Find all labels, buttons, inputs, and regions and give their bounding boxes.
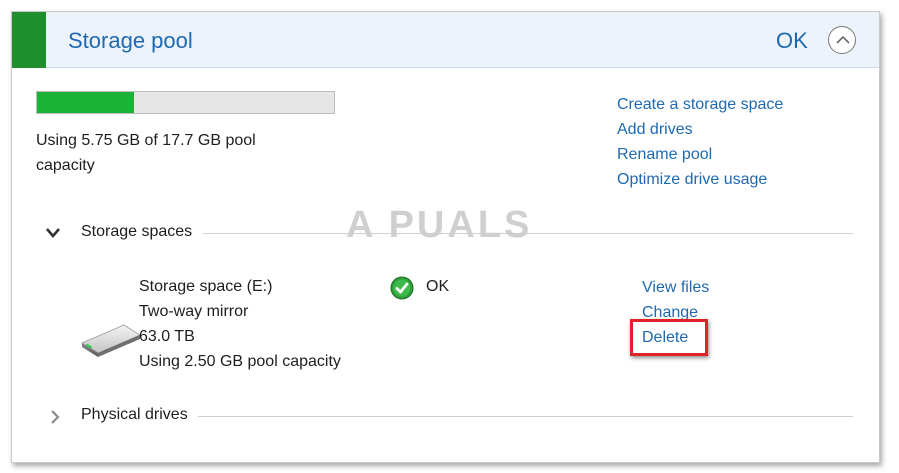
view-files-link[interactable]: View files (642, 279, 709, 297)
check-circle-icon (390, 276, 414, 300)
storage-pool-panel: Storage pool OK Using 5.75 GB of 17.7 GB… (11, 11, 880, 463)
collapse-button[interactable] (828, 26, 856, 54)
optimize-drive-usage-link[interactable]: Optimize drive usage (617, 171, 767, 189)
storage-space-status: OK (426, 278, 450, 295)
storage-pool-title: Storage pool (68, 28, 193, 53)
storage-space-resiliency: Two-way mirror (139, 303, 249, 320)
delete-highlight-box (630, 319, 708, 356)
chevron-up-icon (836, 35, 850, 44)
add-drives-link[interactable]: Add drives (617, 121, 693, 139)
chevron-right-icon (51, 410, 60, 424)
pool-status-text: OK (776, 28, 808, 53)
hard-drive-icon (81, 324, 141, 357)
pool-usage-text: Using 5.75 GB of 17.7 GB pool capacity (36, 132, 256, 174)
storage-space-usage: Using 2.50 GB pool capacity (139, 353, 341, 370)
section-divider (198, 416, 853, 417)
storage-pool-header: Storage pool OK (12, 12, 879, 68)
physical-drives-section-header[interactable]: Physical drives (45, 406, 855, 430)
storage-spaces-section-header[interactable]: Storage spaces (45, 223, 855, 247)
header-accent-bar (12, 12, 46, 68)
create-storage-space-link[interactable]: Create a storage space (617, 96, 783, 114)
storage-space-size: 63.0 TB (139, 328, 195, 345)
storage-space-name: Storage space (E:) (139, 278, 273, 295)
section-divider (203, 233, 853, 234)
pool-capacity-fill (37, 92, 134, 113)
chevron-down-icon (46, 228, 60, 238)
pool-capacity-bar (36, 91, 335, 114)
physical-drives-label: Physical drives (81, 406, 188, 423)
storage-spaces-label: Storage spaces (81, 223, 193, 240)
rename-pool-link[interactable]: Rename pool (617, 146, 712, 164)
